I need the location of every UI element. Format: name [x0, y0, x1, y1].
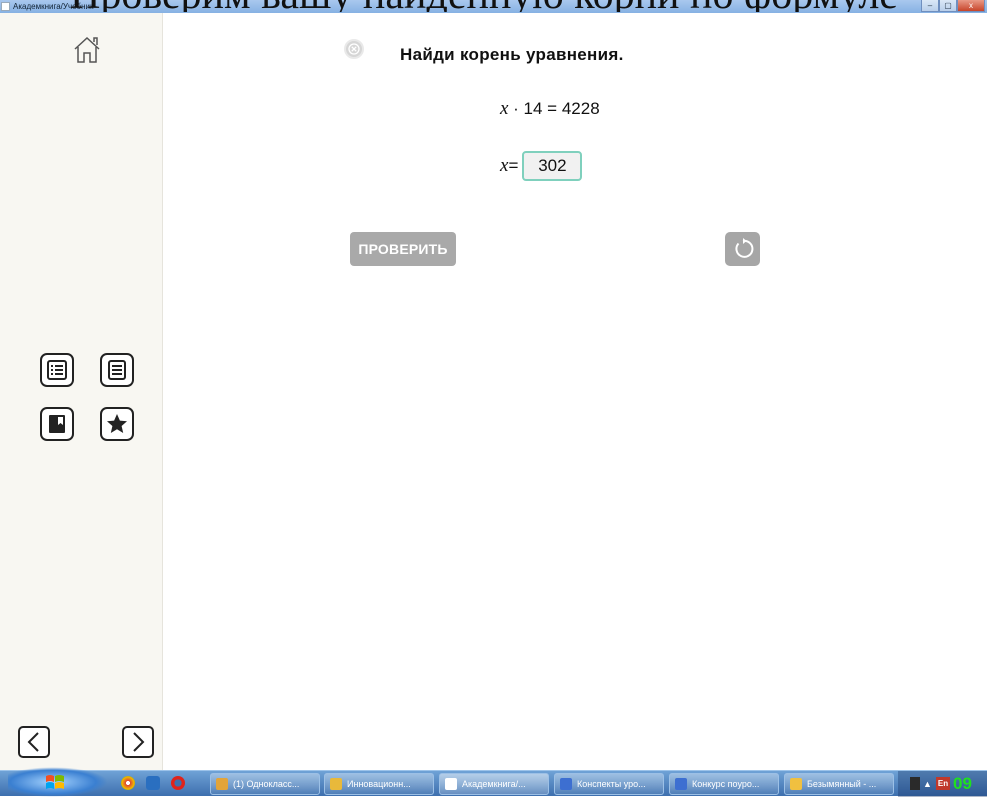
taskbar-item[interactable]: Конспекты уро... — [554, 773, 664, 795]
exercise-panel: Найди корень уравнения. x · 14 = 4228 x … — [164, 13, 987, 770]
taskbar-item[interactable]: Инновационн... — [324, 773, 434, 795]
taskbar-item[interactable]: (1) Однокласс... — [210, 773, 320, 795]
answer-input[interactable]: 302 — [522, 151, 583, 181]
favorites-button[interactable] — [100, 407, 134, 441]
home-icon — [74, 36, 100, 63]
language-indicator[interactable]: En — [936, 777, 950, 790]
answer-variable: x — [500, 155, 509, 176]
equation: x · 14 = 4228 — [500, 98, 600, 120]
paint-icon — [790, 778, 802, 790]
close-icon — [348, 43, 360, 55]
contents-list-icon — [47, 360, 67, 380]
taskbar-item[interactable]: Конкурс поуро... — [669, 773, 779, 795]
word-icon — [560, 778, 572, 790]
page-text-icon — [108, 360, 126, 380]
check-button[interactable]: ПРОВЕРИТЬ — [350, 232, 456, 266]
clock[interactable]: 09 — [953, 774, 972, 794]
windows-logo-icon — [46, 775, 64, 789]
bookmark-button[interactable] — [40, 407, 74, 441]
answer-equals: = — [508, 156, 519, 175]
word-icon — [675, 778, 687, 790]
bookmark-icon — [49, 415, 65, 433]
prev-page-button[interactable] — [18, 726, 50, 758]
next-page-button[interactable] — [122, 726, 154, 758]
reset-button[interactable] — [725, 232, 760, 266]
tray-app-icon[interactable] — [910, 777, 920, 790]
caption-overlay: Проверим вашу найденную корни по формуле — [0, 0, 987, 12]
opera-icon[interactable] — [171, 776, 185, 790]
equation-text: · 14 = 4228 — [508, 99, 600, 118]
contents-button[interactable] — [40, 353, 74, 387]
reset-icon — [734, 238, 753, 258]
document-icon — [330, 778, 342, 790]
task-title: Найди корень уравнения. — [400, 45, 624, 64]
favorites-star-icon — [107, 414, 127, 433]
camera-icon[interactable] — [146, 776, 160, 790]
sidebar — [0, 13, 163, 770]
tray-expand-icon[interactable]: ▲ — [923, 779, 932, 789]
chevron-right-icon — [133, 732, 145, 752]
close-exercise-button[interactable] — [344, 39, 364, 59]
taskbar: (1) Однокласс... Инновационн... Академкн… — [0, 767, 987, 797]
taskbar-item-active[interactable]: Академкнига/... — [439, 773, 549, 795]
odnoklassniki-icon — [216, 778, 228, 790]
answer-row: x = 302 — [500, 151, 583, 181]
taskbar-item[interactable]: Безымянный - ... — [784, 773, 894, 795]
chrome-icon[interactable] — [121, 776, 135, 790]
page-text-button[interactable] — [100, 353, 134, 387]
chevron-left-icon — [27, 732, 39, 752]
home-button[interactable] — [70, 33, 104, 67]
app-window-icon — [445, 778, 457, 790]
